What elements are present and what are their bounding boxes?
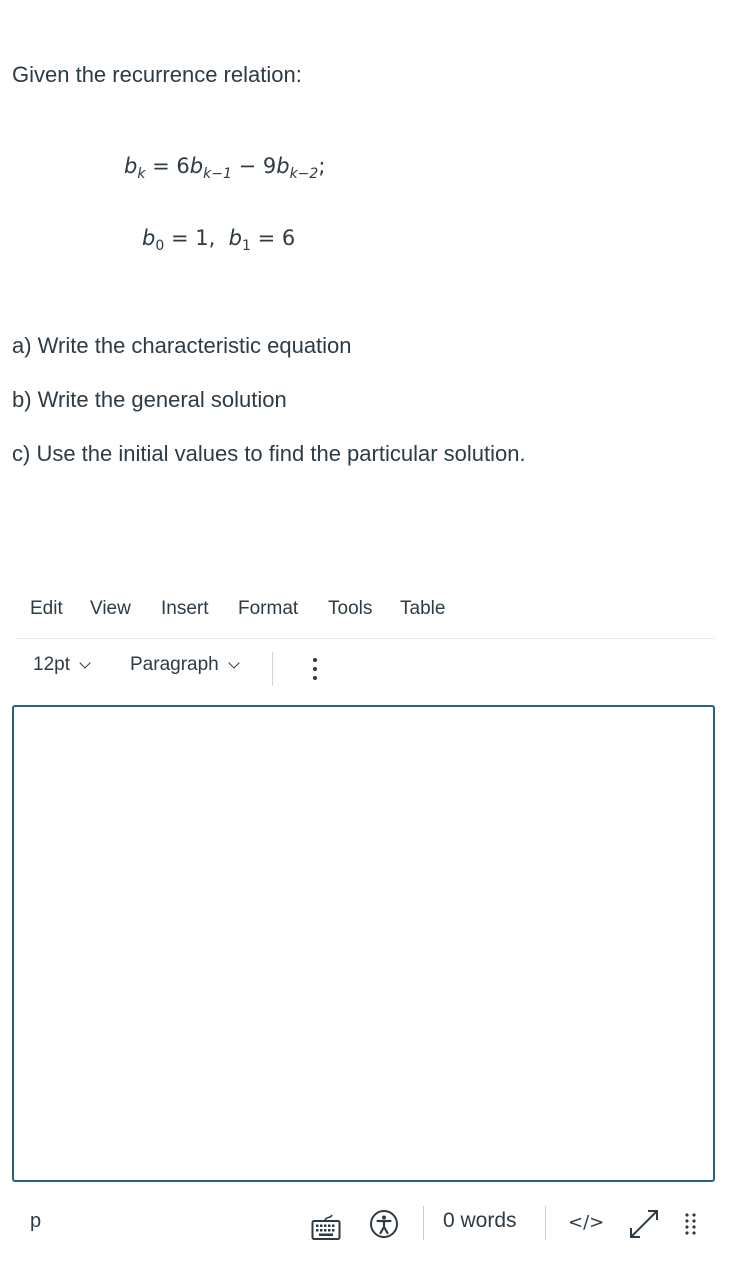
- question-intro: Given the recurrence relation:: [12, 62, 302, 87]
- question-part-c: c) Use the initial values to find the pa…: [12, 441, 526, 466]
- editor-statusbar: p 0 words </>: [0, 1198, 731, 1248]
- iv-val0: 1,: [195, 226, 216, 250]
- fullscreen-expand-icon[interactable]: [626, 1208, 662, 1240]
- chevron-down-icon: [79, 656, 91, 669]
- eq-lhs-sub: k: [137, 166, 146, 182]
- accessibility-icon[interactable]: [369, 1209, 399, 1239]
- more-vertical-icon[interactable]: [310, 656, 320, 684]
- initial-values-equation: b0 = 1, b1 = 6: [142, 226, 296, 254]
- iv-var0: b: [142, 226, 156, 250]
- eq-sub2: k−2: [289, 166, 319, 182]
- block-format-select[interactable]: Paragraph: [130, 654, 240, 676]
- keyboard-icon[interactable]: [311, 1212, 341, 1242]
- menu-edit[interactable]: Edit: [30, 596, 63, 622]
- menu-table[interactable]: Table: [400, 596, 445, 622]
- iv-var1: b: [228, 226, 242, 250]
- editor-menubar: Edit View Insert Format Tools Table: [16, 596, 714, 639]
- iv-sub0: 0: [155, 238, 165, 254]
- toolbar-divider: [272, 652, 273, 686]
- statusbar-divider: [423, 1206, 424, 1240]
- word-count[interactable]: 0 words: [443, 1209, 517, 1233]
- eq-coef1: 6: [176, 154, 190, 178]
- eq-lhs-var: b: [124, 154, 138, 178]
- iv-val1: 6: [281, 226, 296, 250]
- menu-format[interactable]: Format: [238, 596, 298, 622]
- eq-operator: −: [238, 154, 257, 178]
- menu-insert[interactable]: Insert: [161, 596, 209, 622]
- menu-tools[interactable]: Tools: [328, 596, 372, 622]
- font-size-select[interactable]: 12pt: [33, 654, 91, 676]
- eq-terminator: ;: [318, 154, 326, 178]
- eq-var1: b: [189, 154, 204, 178]
- resize-grip-icon[interactable]: [684, 1212, 698, 1238]
- menu-view[interactable]: View: [90, 596, 131, 622]
- statusbar-divider: [545, 1206, 546, 1240]
- html-code-view-button[interactable]: </>: [568, 1212, 604, 1233]
- iv-sub1: 1: [241, 238, 251, 254]
- eq-var2: b: [276, 154, 290, 178]
- eq-coef2: 9: [262, 154, 277, 178]
- editor-toolbar: 12pt Paragraph: [16, 648, 714, 690]
- chevron-down-icon: [228, 656, 240, 669]
- block-format-value: Paragraph: [130, 654, 219, 675]
- eq-sub1: k−1: [203, 166, 232, 182]
- recurrence-equation: bk = 6bk−1 − 9bk−2;: [124, 154, 326, 182]
- element-path[interactable]: p: [30, 1210, 41, 1233]
- rich-text-editor-area[interactable]: [12, 705, 715, 1182]
- question-part-b: b) Write the general solution: [12, 387, 287, 412]
- font-size-value: 12pt: [33, 654, 70, 675]
- question-part-a: a) Write the characteristic equation: [12, 333, 352, 358]
